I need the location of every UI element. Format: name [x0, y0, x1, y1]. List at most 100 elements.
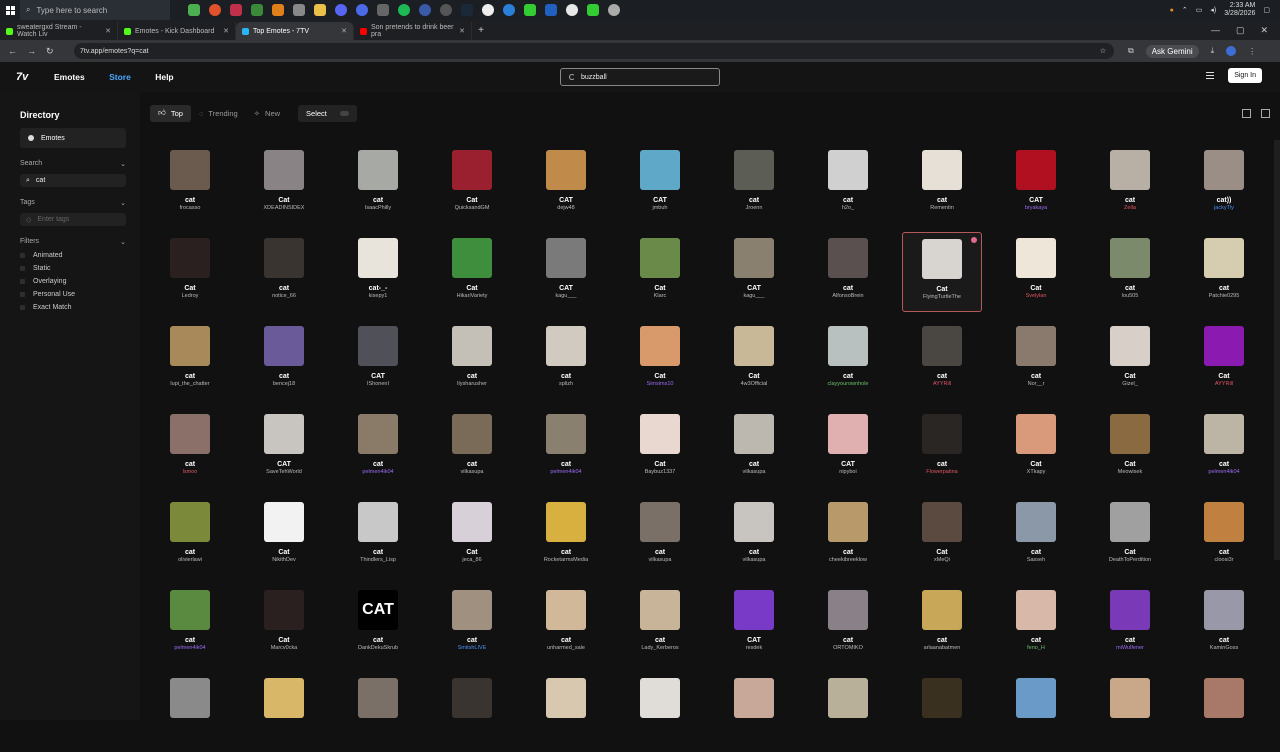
folder-app-icon[interactable]	[314, 4, 326, 16]
emote-owner[interactable]: lupi_the_chatter	[170, 381, 209, 387]
emote-card[interactable]	[526, 672, 606, 752]
emote-card[interactable]: cat KaminGoss	[1184, 584, 1264, 664]
app-icon[interactable]	[377, 4, 389, 16]
sign-in-button[interactable]: Sign In	[1228, 68, 1262, 83]
checkbox[interactable]	[20, 266, 25, 271]
emote-owner[interactable]: vilkasupa	[649, 557, 672, 563]
browser-tab-active[interactable]: Top Emotes - 7TV ✕	[236, 22, 354, 40]
emote-card[interactable]	[1184, 672, 1264, 752]
emote-owner[interactable]: miWulfener	[1116, 645, 1144, 651]
emote-owner[interactable]: bryakaya	[1025, 205, 1047, 211]
emote-owner[interactable]: HikariVariety	[457, 293, 488, 299]
forward-icon[interactable]: →	[27, 46, 36, 57]
emote-card[interactable]: Cat Gizel_	[1090, 320, 1170, 400]
emote-owner[interactable]: AYYRill	[1215, 381, 1233, 387]
checkbox[interactable]	[20, 305, 25, 310]
emote-owner[interactable]: Marcv0cka	[271, 645, 298, 651]
tags-section-header[interactable]: Tags ⌄	[20, 199, 126, 207]
discord-app-icon[interactable]	[335, 4, 347, 16]
emote-owner[interactable]: SaveTehWorld	[266, 469, 302, 475]
emote-owner[interactable]: splizh	[559, 381, 573, 387]
emote-card[interactable]: Cat Ledroy	[150, 232, 230, 312]
emote-owner[interactable]: lou505	[1122, 293, 1139, 299]
emote-owner[interactable]: Thindlers_Lisp	[360, 557, 396, 563]
emote-owner[interactable]: Simsims10	[647, 381, 674, 387]
emote-card[interactable]: cat IsaacPhilly	[338, 144, 418, 224]
emote-card[interactable]: cat cheekibreeklow	[808, 496, 888, 576]
emote-card[interactable]: cat lsmoo	[150, 408, 230, 488]
taskbar-search[interactable]: ⌕ Type here to search	[20, 0, 170, 20]
emote-owner[interactable]: Lady_Kerberos	[641, 645, 678, 651]
emote-owner[interactable]: FlyingTurtleThe	[923, 294, 961, 300]
new-tab-button[interactable]: +	[472, 22, 490, 40]
emote-card[interactable]: CAT kagu___	[526, 232, 606, 312]
emote-card[interactable]: Cat jeca_86	[432, 496, 512, 576]
emote-owner[interactable]: olivierlawi	[178, 557, 202, 563]
tray-app-icon[interactable]: ●	[1170, 7, 1174, 14]
steam-app-icon[interactable]	[461, 4, 473, 16]
emote-card[interactable]: cat AYYRill	[902, 320, 982, 400]
emote-owner[interactable]: arlaanabatmen	[924, 645, 961, 651]
maximize-icon[interactable]: ▢	[1236, 25, 1245, 36]
favorite-icon[interactable]	[971, 237, 977, 243]
emote-owner[interactable]: notice_66	[272, 293, 296, 299]
emote-owner[interactable]: DeathToPerdition	[1109, 557, 1151, 563]
emote-owner[interactable]: jackyTly	[1214, 205, 1234, 211]
emote-card[interactable]: cat Thindlers_Lisp	[338, 496, 418, 576]
emote-card[interactable]: cat vilkasupa	[432, 408, 512, 488]
network-icon[interactable]: ▭	[1196, 6, 1203, 14]
emote-card[interactable]: Cat NikithDev	[244, 496, 324, 576]
filters-section-header[interactable]: Filters ⌄	[20, 238, 126, 246]
emote-card[interactable]: cat notice_66	[244, 232, 324, 312]
emote-card[interactable]	[996, 672, 1076, 752]
emote-card[interactable]: CAT IShonenI	[338, 320, 418, 400]
firefox-app-icon[interactable]	[209, 4, 221, 16]
emote-card[interactable]: cat h2o_	[808, 144, 888, 224]
back-icon[interactable]: ←	[8, 46, 17, 57]
emote-owner[interactable]: feno_H	[1027, 645, 1045, 651]
tags-input[interactable]: ◇ Enter tags	[20, 213, 126, 226]
emote-owner[interactable]: Jroenn	[746, 205, 763, 211]
emote-card[interactable]: CAT nipyboi	[808, 408, 888, 488]
emote-owner[interactable]: h2o_	[842, 205, 854, 211]
grid-view-icon[interactable]	[1242, 108, 1251, 118]
emote-owner[interactable]: AYYRill	[933, 381, 951, 387]
filter-static[interactable]: Static	[20, 265, 126, 272]
emote-card[interactable]: CAT bryakaya	[996, 144, 1076, 224]
emote-owner[interactable]: Sasseh	[1027, 557, 1045, 563]
7tv-logo[interactable]: 7v	[16, 71, 32, 83]
emote-card[interactable]: Cat Baybuz1337	[620, 408, 700, 488]
emote-owner[interactable]: dejw48	[557, 205, 574, 211]
emote-owner[interactable]: Svelylan	[1026, 293, 1047, 299]
filter-overlaying[interactable]: Overlaying	[20, 278, 126, 285]
app-icon[interactable]	[272, 4, 284, 16]
emote-owner[interactable]: vilkasupa	[461, 469, 484, 475]
app-icon[interactable]	[293, 4, 305, 16]
chrome-app-icon[interactable]	[482, 4, 494, 16]
emote-card[interactable]: CAT cat DankDekuSkrub	[338, 584, 418, 664]
hamburger-menu-icon[interactable]	[1206, 72, 1215, 79]
emote-card[interactable]: Cat HikariVariety	[432, 232, 512, 312]
emote-card[interactable]: cat AlfonsoBrein	[808, 232, 888, 312]
select-toggle-button[interactable]: Select	[298, 104, 357, 122]
emote-owner[interactable]: Patchie0295	[1209, 293, 1240, 299]
emote-owner[interactable]: Meowisek	[1118, 469, 1142, 475]
emote-card[interactable]: cat lou505	[1090, 232, 1170, 312]
emote-card[interactable]	[244, 672, 324, 752]
emote-owner[interactable]: Gizel_	[1122, 381, 1138, 387]
emote-owner[interactable]: cheekibreeklow	[829, 557, 867, 563]
emote-card[interactable]: Cat AYYRill	[1184, 320, 1264, 400]
xbox-app-icon[interactable]	[188, 4, 200, 16]
emote-card[interactable]: cat lupi_the_chatter	[150, 320, 230, 400]
emote-owner[interactable]: DankDekuSkrub	[358, 645, 398, 651]
filter-animated[interactable]: Animated	[20, 252, 126, 259]
emote-owner[interactable]: QuicksandGM	[455, 205, 490, 211]
emote-owner[interactable]: KaminGoss	[1210, 645, 1238, 651]
emote-card[interactable]: Cat Svelylan	[996, 232, 1076, 312]
reload-icon[interactable]: ↻	[46, 46, 54, 57]
close-tab-icon[interactable]: ✕	[459, 27, 465, 35]
tab-top[interactable]: 👍︎ Top	[150, 104, 191, 122]
emote-card[interactable]: cat olivierlawi	[150, 496, 230, 576]
zoom-app-icon[interactable]	[545, 4, 557, 16]
emote-owner[interactable]: clayyourownhole	[828, 381, 869, 387]
